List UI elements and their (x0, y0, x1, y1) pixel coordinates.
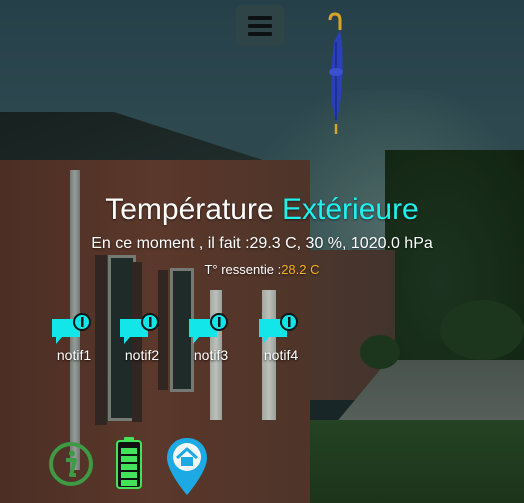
notification-chat-icon (189, 313, 228, 344)
battery-full-icon (116, 437, 142, 489)
page-title: Température Extérieure (0, 192, 524, 228)
menu-button[interactable] (236, 5, 284, 47)
battery-bar (121, 448, 137, 454)
notification-label: notif1 (56, 347, 92, 363)
notification-3[interactable]: notif3 (181, 313, 241, 363)
battery-level-bars (121, 448, 137, 486)
notification-label: notif4 (263, 347, 299, 363)
hamburger-menu-icon (248, 16, 272, 20)
notification-1[interactable]: notif1 (44, 313, 104, 363)
notification-chat-icon (52, 313, 91, 344)
feels-like: T° ressentie :28.2 C (0, 262, 524, 278)
feels-like-value: 28.2 C (281, 262, 320, 277)
battery-bar (121, 480, 137, 486)
current-weather-text: En ce moment , il fait :29.3 C, 30 %, 10… (91, 235, 433, 252)
notification-chat-icon (120, 313, 159, 344)
notification-chat-icon (259, 313, 298, 344)
battery-bar (121, 472, 137, 478)
notification-label: notif3 (193, 347, 229, 363)
notification-label: notif2 (124, 347, 160, 363)
info-icon[interactable] (48, 441, 94, 487)
feels-like-label: T° ressentie : (204, 262, 282, 277)
battery-bar (121, 464, 137, 470)
battery-bar (121, 456, 137, 462)
notification-4[interactable]: notif4 (251, 313, 311, 363)
notification-2[interactable]: notif2 (112, 313, 172, 363)
closed-umbrella-icon (328, 12, 343, 134)
title-prefix: Température (105, 193, 274, 226)
home-location-pin-icon[interactable] (164, 436, 210, 498)
title-accent: Extérieure (282, 193, 419, 226)
